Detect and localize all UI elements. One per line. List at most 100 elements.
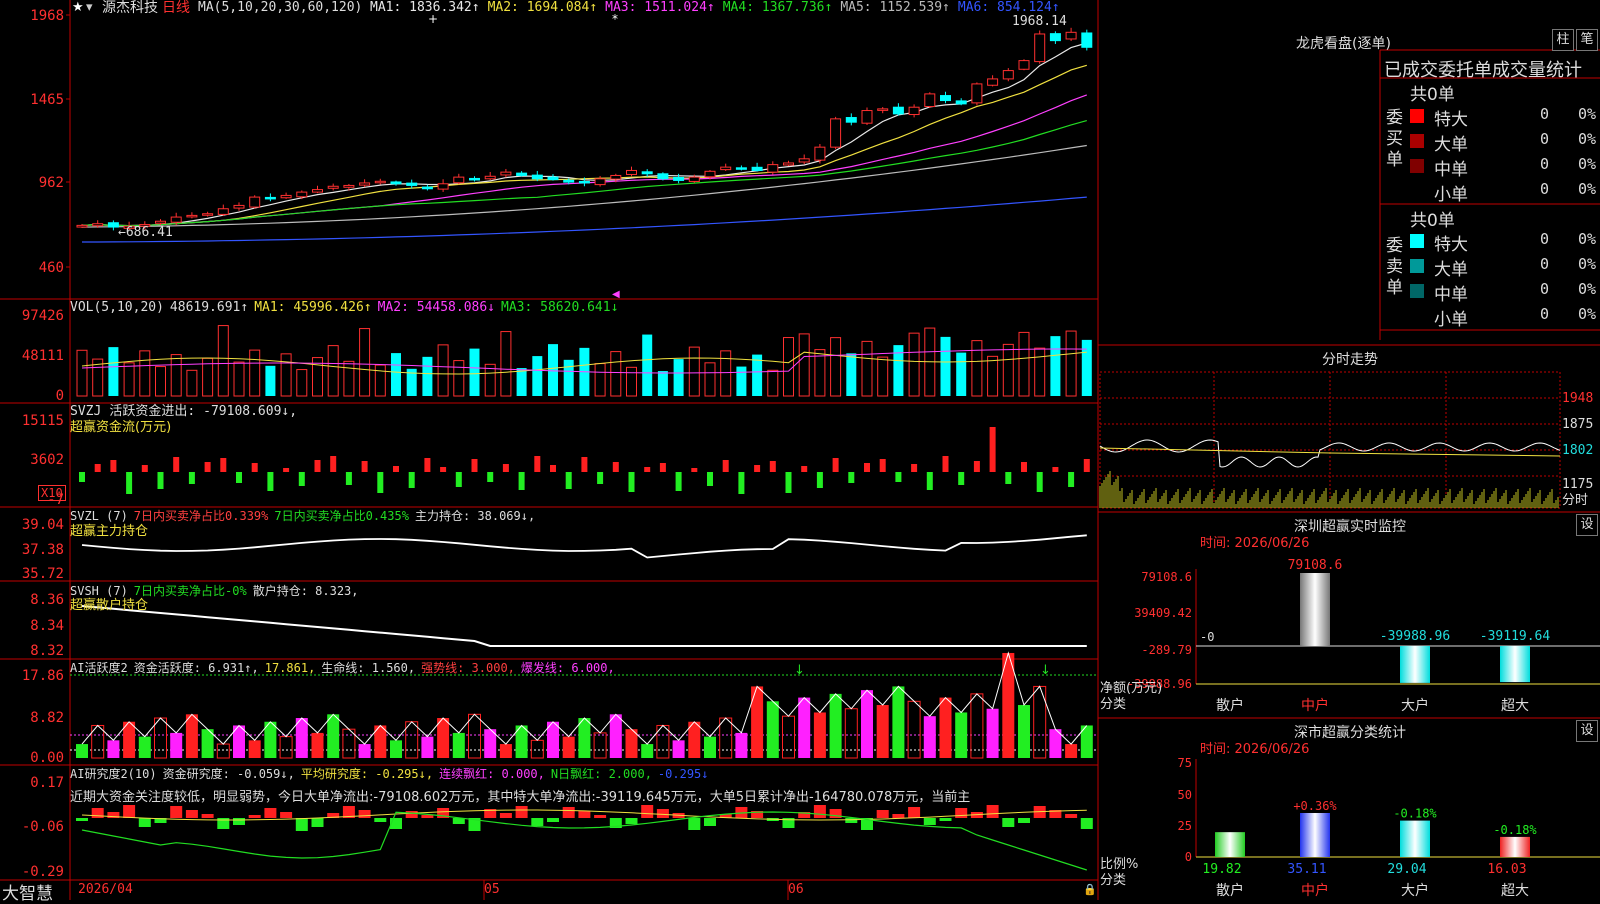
svzj-bar (848, 472, 855, 483)
ai1-bar (530, 739, 544, 759)
svzj-bar (283, 468, 290, 472)
sell-row-1: 大单 0 0% (1410, 255, 1600, 280)
sz-stats-cat-2: 大户 (1401, 882, 1429, 899)
volume-bar (296, 369, 308, 397)
cursor-marker-icon[interactable]: ◀ (612, 289, 620, 300)
ai1-bar (562, 736, 575, 758)
candle-body (610, 174, 622, 180)
sell-pct-2: 0% (1578, 280, 1597, 298)
candle-body (280, 194, 292, 199)
vol-ma-item-1: MA1: 45996.426↑ (254, 300, 372, 315)
ai2-bar (515, 806, 528, 818)
ai1-bar (248, 740, 261, 758)
ai2-bar (264, 808, 277, 818)
svzj-bar (597, 472, 604, 484)
date-label-1: 05 (484, 882, 500, 897)
main-axis-label-0: 1968 (30, 8, 64, 24)
volume-bar (500, 331, 512, 397)
volume-bar (956, 352, 967, 396)
lhb-title: 龙虎看盘(逐单) (1296, 36, 1391, 52)
svzj-bar (565, 472, 572, 489)
svsh-axis-label-2: 8.32 (30, 643, 64, 659)
sell-swatch-0 (1410, 234, 1424, 248)
sz-stats-change-2: -0.18% (1393, 807, 1437, 821)
buy-label-0: 特大 (1434, 110, 1468, 130)
svzj-bar (345, 472, 352, 485)
sell-label-0: 特大 (1434, 235, 1468, 255)
star-icon[interactable]: ★ (72, 1, 84, 15)
candle-body (390, 181, 402, 185)
intraday-axis-0: 1948 (1562, 391, 1594, 406)
svzj-bar (707, 472, 713, 486)
vol-axis-label-2: 0 (56, 388, 64, 404)
ma-item-2: MA2: 1694.084↑ (487, 0, 598, 15)
candle-body (421, 186, 433, 190)
ai2-bar (845, 818, 858, 823)
ai2-note: 近期大资金关注度较低，明显弱势，今日大单净流出:-79108.602万元，其中特… (70, 790, 971, 805)
buy-swatch-2 (1410, 159, 1424, 173)
volume-bar (532, 356, 543, 396)
ai1-signal-arrow-1: ↓ (794, 663, 805, 678)
svzl-line (81, 534, 1087, 559)
intraday-title: 分时走势 (1322, 352, 1378, 368)
ai1-bar (1018, 705, 1030, 758)
sz-stats-bar-3 (1500, 836, 1530, 857)
ai2-bar (76, 818, 88, 821)
candle-body (312, 189, 323, 193)
ma-item-3: MA3: 1511.024↑ (605, 0, 715, 15)
ai1-signal-arrow-2: ↓ (1040, 663, 1051, 678)
candle-body (531, 174, 543, 180)
ai2-bar (280, 812, 293, 818)
candle-body (877, 108, 889, 111)
sell-swatch-1 (1410, 259, 1424, 273)
candle-body (845, 117, 857, 123)
period-label[interactable]: 日线 (162, 1, 190, 15)
ma-header: MA(5,10,20,30,60,120) (198, 0, 363, 15)
svzj-bar (769, 461, 776, 472)
svzj-bar (958, 472, 965, 485)
sz-stats-settings-button[interactable]: 设 (1576, 720, 1598, 742)
svzj-bar (94, 464, 101, 472)
ai1-bar (844, 708, 858, 759)
buy-value-3: 0 (1540, 180, 1550, 198)
sz-monitor-settings-button[interactable]: 设 (1576, 514, 1598, 536)
nav-up-icon[interactable]: ▾ (86, 1, 93, 15)
svzj-bar (911, 464, 918, 472)
candle-body (563, 179, 575, 183)
candle-body (688, 176, 700, 182)
tick-mode-button[interactable]: 笔 (1576, 29, 1598, 51)
candle-body (1018, 60, 1030, 70)
ma3-line (81, 94, 1088, 227)
svzj-bar (251, 463, 258, 472)
ai2-bar (123, 805, 136, 818)
sz-monitor-value-2: -39988.96 (1380, 629, 1450, 644)
svzj-bar (879, 459, 886, 472)
buy-row-1: 大单 0 0% (1410, 130, 1600, 155)
ai1-axis-label-0: 17.86 (22, 668, 64, 684)
ai1-bar (939, 697, 952, 758)
bar-mode-button[interactable]: 柱 (1552, 29, 1574, 51)
ma1-line (81, 42, 1087, 227)
candle-body (92, 223, 104, 227)
svzj-bar (408, 472, 415, 488)
ai1-bar (311, 732, 324, 758)
svsh-line (81, 605, 1087, 647)
date-label-0: 2026/04 (78, 882, 133, 897)
kline-chart-area[interactable]: 1968146596246097426481110151153602-739.0… (0, 0, 1600, 900)
svzl-axis-label-0: 39.04 (22, 517, 64, 533)
ai2-bar (170, 806, 183, 818)
sz-stats-ylabel: 比例% (1100, 857, 1139, 872)
volume-bar (1034, 347, 1046, 397)
volume-bar (971, 340, 983, 397)
volume-bar (642, 334, 653, 396)
sell-swatch-2 (1410, 284, 1424, 298)
intraday-axis-3: 1175 (1562, 477, 1594, 492)
lock-icon[interactable]: 🔒 (1083, 883, 1097, 897)
sz-stats-value-3: 16.03 (1487, 862, 1526, 877)
volume-bar (139, 350, 151, 397)
volume-bar (940, 336, 951, 396)
sell-label-1: 大单 (1434, 260, 1468, 280)
svzj-bar (502, 464, 509, 472)
sz-stats-value-0: 19.82 (1202, 862, 1241, 877)
multiplier-badge[interactable]: X10 (38, 485, 66, 501)
